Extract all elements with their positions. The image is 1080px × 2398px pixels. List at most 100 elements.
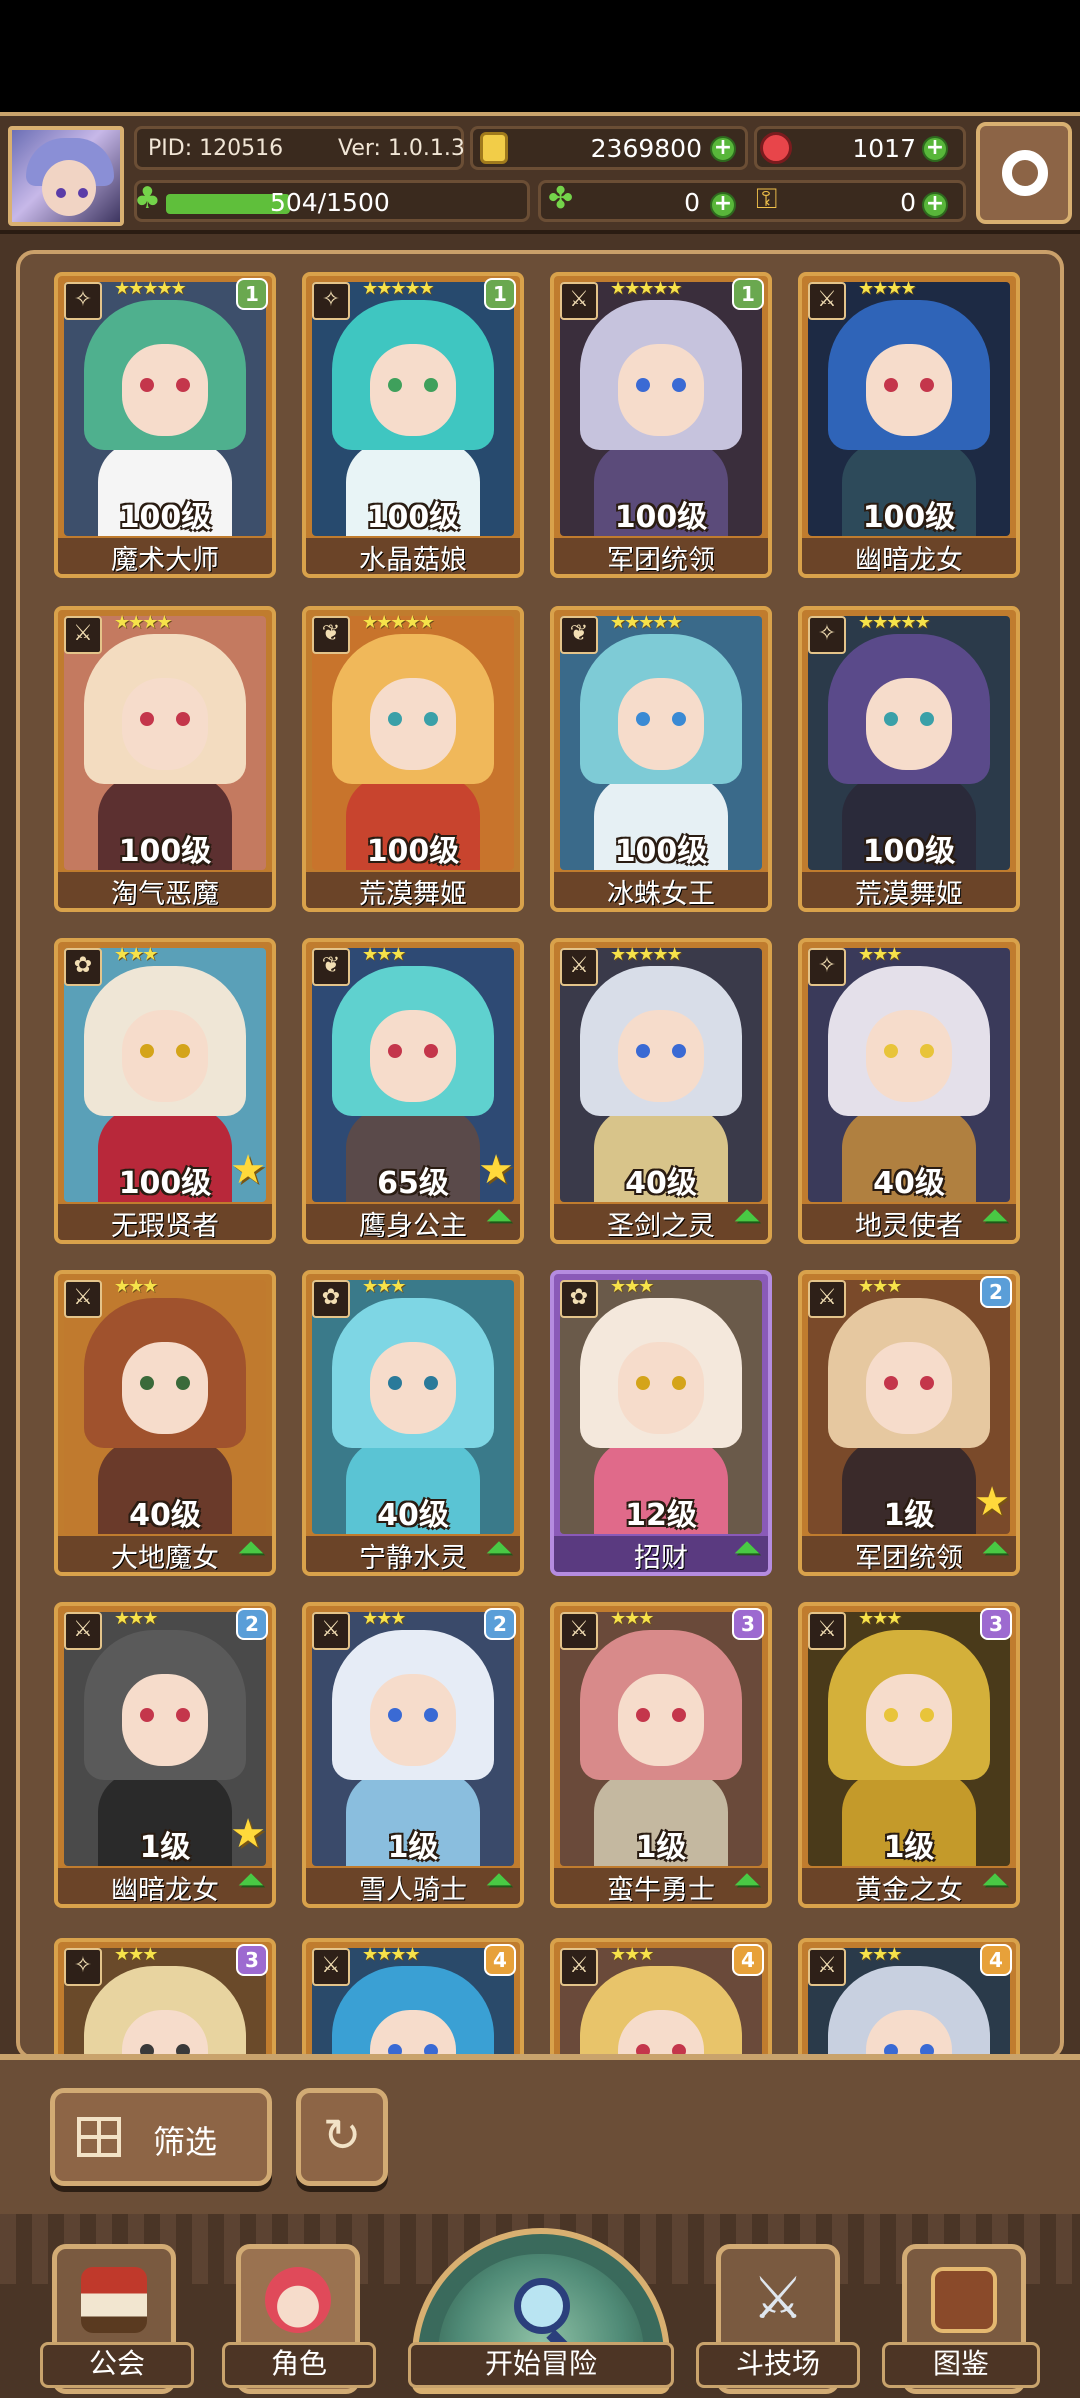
character-face xyxy=(122,678,208,770)
star-rating: ★★★ xyxy=(362,944,406,965)
wand-icon: ✧ xyxy=(64,282,102,320)
character-eye xyxy=(424,1044,438,1058)
character-eye xyxy=(176,1376,190,1390)
nav-arena-label[interactable]: 斗技场 xyxy=(696,2342,860,2388)
nav-adventure-label[interactable]: 开始冒险 xyxy=(408,2342,674,2388)
add-key-button[interactable]: + xyxy=(922,192,948,218)
tier-badge: 2 xyxy=(236,1608,268,1640)
add-gold-button[interactable]: + xyxy=(710,136,736,162)
upgrade-arrow-icon: ⏶ xyxy=(981,1860,1009,1900)
character-eye xyxy=(636,1376,650,1390)
wand-icon: ✧ xyxy=(808,616,846,654)
wand-icon: ✧ xyxy=(808,948,846,986)
sword-icon: ⚔ xyxy=(64,1280,102,1318)
character-card[interactable]: ✿ ★★★ 40级 宁静水灵 ⏶ xyxy=(302,1270,524,1576)
character-level: 100级 xyxy=(366,500,460,535)
tier-badge: 4 xyxy=(484,1944,516,1976)
character-eye xyxy=(140,378,154,392)
character-face xyxy=(370,1010,456,1102)
top-resource-bar: PID: 120516 Ver: 1.0.1.3 2369800 + 1017 … xyxy=(0,112,1080,234)
character-card[interactable]: ❦ ★★★★★ 100级 荒漠舞姬 xyxy=(302,606,524,912)
character-card[interactable]: ⚔ ★★★ 4 xyxy=(798,1938,1020,2054)
character-face xyxy=(618,344,704,436)
settings-button[interactable] xyxy=(976,122,1072,224)
character-card[interactable]: ✧ ★★★★★ 100级 荒漠舞姬 xyxy=(798,606,1020,912)
character-card[interactable]: ⚔ ★★★ 3 1级 黄金之女 ⏶ xyxy=(798,1602,1020,1908)
character-eye xyxy=(388,378,402,392)
character-eye xyxy=(672,712,686,726)
magnifier-icon xyxy=(514,2278,570,2334)
sword-icon: ⚔ xyxy=(808,1948,846,1986)
character-card[interactable]: ⚔ ★★★ 2 1级 军团统领 ★ ⏶ xyxy=(798,1270,1020,1576)
character-card[interactable]: ⚔ ★★★★ 100级 幽暗龙女 xyxy=(798,272,1020,578)
character-level: 100级 xyxy=(862,500,956,535)
sword-icon: ⚔ xyxy=(64,616,102,654)
character-face xyxy=(866,1010,952,1102)
star-rating: ★★★★★ xyxy=(114,278,187,299)
flower-icon: ✿ xyxy=(312,1280,350,1318)
character-card[interactable]: ❦ ★★★★★ 100级 冰蛛女王 xyxy=(550,606,772,912)
character-name: 水晶菇娘 xyxy=(306,538,520,574)
character-card[interactable]: ⚔ ★★★★ 4 xyxy=(302,1938,524,2054)
sword-icon: ⚔ xyxy=(560,1948,598,1986)
nav-codex-label[interactable]: 图鉴 xyxy=(882,2342,1040,2388)
character-eye xyxy=(140,1708,154,1722)
character-eye xyxy=(176,1044,190,1058)
character-face xyxy=(370,344,456,436)
leaf-icon: ❦ xyxy=(560,616,598,654)
character-eye xyxy=(424,2044,438,2054)
character-card[interactable]: ✧ ★★★★★ 1 100级 魔术大师 xyxy=(54,272,276,578)
character-eye xyxy=(424,712,438,726)
character-eye xyxy=(140,1044,154,1058)
sword-icon: ⚔ xyxy=(808,1280,846,1318)
nav-guild-label[interactable]: 公会 xyxy=(40,2342,194,2388)
refresh-button[interactable]: ↻ xyxy=(296,2088,388,2186)
character-card[interactable]: ✧ ★★★★★ 1 100级 水晶菇娘 xyxy=(302,272,524,578)
character-card[interactable]: ❦ ★★★ 65级 鹰身公主 ★ ⏶ xyxy=(302,938,524,1244)
nav-character-label[interactable]: 角色 xyxy=(222,2342,376,2388)
character-card[interactable]: ✿ ★★★ 100级 无瑕贤者 ★ xyxy=(54,938,276,1244)
character-card[interactable]: ⚔ ★★★★★ 1 100级 军团统领 xyxy=(550,272,772,578)
star-rating: ★★★ xyxy=(114,1944,158,1965)
star-icon: ★ xyxy=(230,1811,266,1857)
add-clover-button[interactable]: + xyxy=(710,192,736,218)
status-bar xyxy=(0,0,1080,112)
filter-button[interactable]: 筛选 xyxy=(50,2088,272,2186)
character-eye xyxy=(884,2044,898,2054)
character-card[interactable]: ✧ ★★★ 3 xyxy=(54,1938,276,2054)
avatar-face xyxy=(42,160,96,216)
character-card[interactable]: ⚔ ★★★ 2 1级 雪人骑士 ⏶ xyxy=(302,1602,524,1908)
character-card[interactable]: ⚔ ★★★★ 100级 淘气恶魔 xyxy=(54,606,276,912)
upgrade-arrow-icon: ⏶ xyxy=(485,1528,513,1568)
star-rating: ★★★ xyxy=(610,1276,654,1297)
sword-icon: ⚔ xyxy=(560,948,598,986)
character-card[interactable]: ⚔ ★★★ 4 xyxy=(550,1938,772,2054)
star-rating: ★★★ xyxy=(858,1276,902,1297)
flower-icon: ✿ xyxy=(560,1280,598,1318)
character-card[interactable]: ✧ ★★★ 40级 地灵使者 ⏶ xyxy=(798,938,1020,1244)
upgrade-arrow-icon: ⏶ xyxy=(237,1528,265,1568)
character-eye xyxy=(672,1376,686,1390)
add-gem-button[interactable]: + xyxy=(922,136,948,162)
character-eye xyxy=(176,378,190,392)
star-rating: ★★★★★ xyxy=(858,612,931,633)
character-eye xyxy=(636,2044,650,2054)
character-card[interactable]: ⚔ ★★★ 3 1级 蛮牛勇士 ⏶ xyxy=(550,1602,772,1908)
character-face xyxy=(122,344,208,436)
character-card[interactable]: ✿ ★★★ 12级 招财 ⏶ xyxy=(550,1270,772,1576)
grid-icon xyxy=(77,2117,121,2157)
tier-badge: 1 xyxy=(236,278,268,310)
tier-badge: 1 xyxy=(484,278,516,310)
character-card[interactable]: ⚔ ★★★★★ 40级 圣剑之灵 ⏶ xyxy=(550,938,772,1244)
clover-icon: ✤ xyxy=(548,181,574,216)
star-rating: ★★★ xyxy=(858,1944,902,1965)
sword-icon: ⚔ xyxy=(560,282,598,320)
character-card[interactable]: ⚔ ★★★ 40级 大地魔女 ⏶ xyxy=(54,1270,276,1576)
character-eye xyxy=(920,378,934,392)
character-eye xyxy=(176,2044,190,2054)
player-avatar[interactable] xyxy=(8,126,124,226)
stamina-clover-icon: ♣ xyxy=(134,181,161,216)
character-level: 100级 xyxy=(118,500,212,535)
character-card[interactable]: ⚔ ★★★ 2 1级 幽暗龙女 ★ ⏶ xyxy=(54,1602,276,1908)
character-eye xyxy=(884,1044,898,1058)
